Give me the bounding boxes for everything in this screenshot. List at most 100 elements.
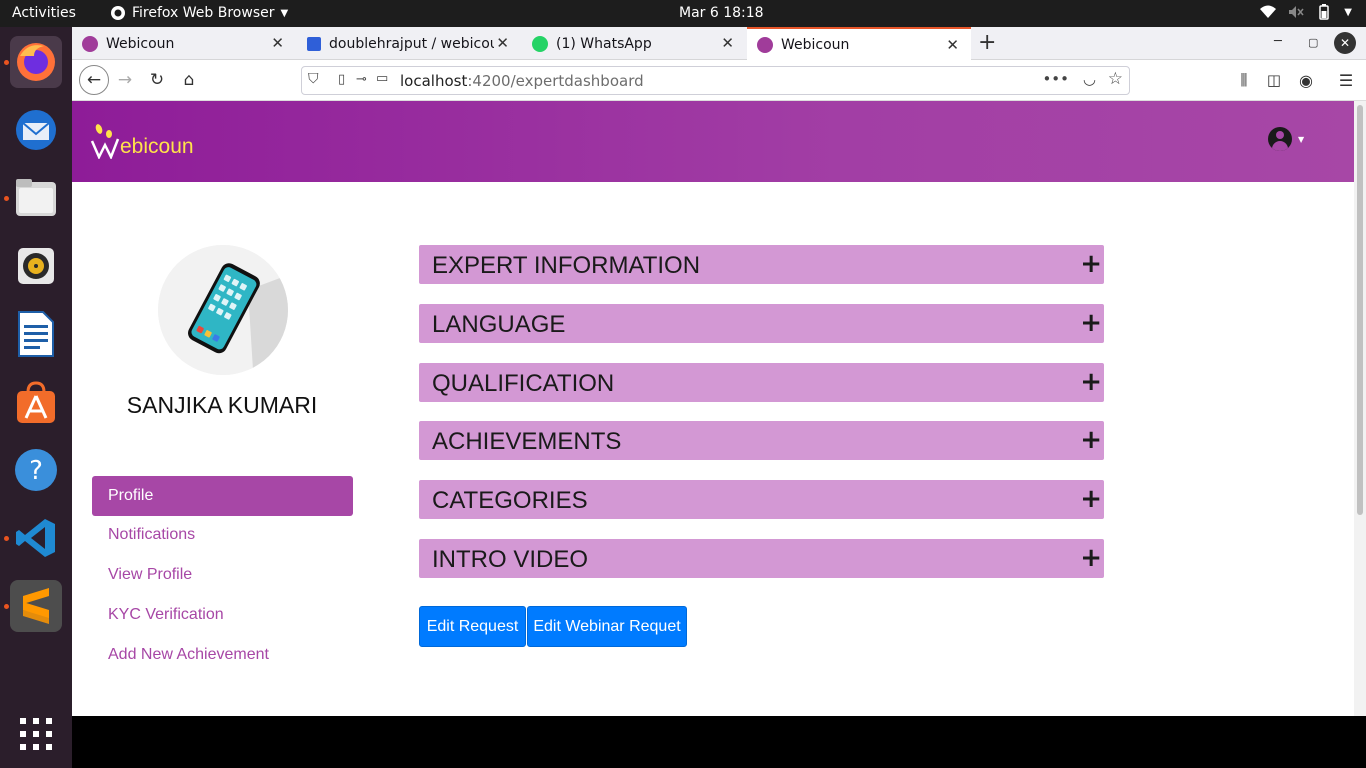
- firefox-small-icon: [111, 6, 125, 20]
- sidebar-item-notifications[interactable]: Notifications: [92, 515, 353, 555]
- logo-text: ebicoun: [120, 135, 194, 158]
- chevron-down-icon: ▼: [280, 7, 289, 19]
- running-indicator: [4, 196, 9, 201]
- close-icon[interactable]: ✕: [271, 34, 284, 52]
- minimize-icon[interactable]: ─: [1274, 34, 1282, 49]
- forward-arrow-icon[interactable]: →: [113, 68, 137, 92]
- files-icon[interactable]: [10, 172, 62, 224]
- close-icon[interactable]: ✕: [946, 36, 959, 54]
- library-icon[interactable]: ⫼: [1232, 68, 1256, 92]
- wifi-icon: [1260, 5, 1277, 18]
- ubuntu-dock: ?: [0, 27, 72, 768]
- navigation-toolbar: ← → ↻ ⌂ ⛉ ▯ ⊸ ▭ localhost:4200/expertdas…: [72, 60, 1366, 101]
- accordion-intro-video[interactable]: INTRO VIDEO +: [419, 539, 1104, 578]
- url-bar[interactable]: ⛉ ▯ ⊸ ▭ localhost:4200/expertdashboard •…: [301, 66, 1130, 95]
- accordion-achievements[interactable]: ACHIEVEMENTS +: [419, 421, 1104, 460]
- system-tray[interactable]: ▼: [1260, 4, 1352, 20]
- accordion-language[interactable]: LANGUAGE +: [419, 304, 1104, 343]
- window-close-icon[interactable]: ✕: [1334, 32, 1356, 54]
- accordion-title: INTRO VIDEO: [432, 546, 589, 573]
- url-text[interactable]: localhost:4200/expertdashboard: [400, 72, 644, 90]
- tab-label: doublehrajput / webicou: [329, 35, 494, 52]
- webicoun-favicon-icon: [757, 36, 773, 53]
- accordion-title: CATEGORIES: [432, 487, 588, 514]
- sidebar-item-profile[interactable]: Profile: [92, 476, 353, 516]
- accordion-categories[interactable]: CATEGORIES +: [419, 480, 1104, 519]
- logo-mark-icon: [90, 124, 120, 159]
- plus-icon[interactable]: +: [1080, 543, 1102, 573]
- user-menu[interactable]: ▼: [1268, 127, 1304, 151]
- tab-bitbucket[interactable]: doublehrajput / webicou ✕: [297, 27, 521, 60]
- plus-icon[interactable]: +: [1080, 249, 1102, 279]
- sidebar-item-add-new-achievement[interactable]: Add New Achievement: [92, 635, 353, 675]
- tab-webicoun-active[interactable]: Webicoun ✕: [747, 27, 971, 60]
- tab-label: Webicoun: [781, 36, 850, 53]
- webicoun-logo[interactable]: ebicoun: [90, 123, 194, 159]
- thunderbird-icon[interactable]: [10, 104, 62, 156]
- plus-icon[interactable]: +: [1080, 308, 1102, 338]
- profile-photo: [158, 245, 288, 375]
- running-indicator: [4, 536, 9, 541]
- tab-webicoun-1[interactable]: Webicoun ✕: [72, 27, 296, 60]
- volume-muted-icon: [1289, 6, 1304, 18]
- reload-icon[interactable]: ↻: [145, 68, 169, 92]
- battery-icon: [1319, 4, 1330, 20]
- edit-webinar-request-button[interactable]: Edit Webinar Requet: [527, 606, 687, 647]
- hamburger-menu-icon[interactable]: ☰: [1334, 68, 1358, 92]
- edit-request-button[interactable]: Edit Request: [419, 606, 526, 647]
- firefox-icon[interactable]: [10, 36, 62, 88]
- more-dots-icon[interactable]: •••: [1042, 70, 1069, 88]
- sidebar-item-kyc-verification[interactable]: KYC Verification: [92, 595, 353, 635]
- sidebar-item-view-profile[interactable]: View Profile: [92, 555, 353, 595]
- sidebar-icon[interactable]: ◫: [1262, 68, 1286, 92]
- close-icon[interactable]: ✕: [721, 34, 734, 52]
- tab-label: Webicoun: [106, 35, 175, 52]
- web-page: ebicoun ▼ SANJIKA KUMARI Profile Notific…: [72, 101, 1354, 716]
- tab-whatsapp[interactable]: (1) WhatsApp ✕: [522, 27, 746, 60]
- writer-icon[interactable]: [10, 308, 62, 360]
- sublime-icon[interactable]: [10, 580, 62, 632]
- svg-text:?: ?: [29, 456, 43, 486]
- running-indicator: [4, 60, 9, 65]
- accordion-title: QUALIFICATION: [432, 370, 615, 397]
- accordion-title: ACHIEVEMENTS: [432, 428, 622, 455]
- pocket-icon[interactable]: ◡: [1083, 70, 1096, 88]
- plus-icon[interactable]: +: [1080, 425, 1102, 455]
- profile-name: SANJIKA KUMARI: [126, 392, 318, 418]
- vscode-icon[interactable]: [10, 512, 62, 564]
- accordion-qualification[interactable]: QUALIFICATION +: [419, 363, 1104, 402]
- bitbucket-icon: [307, 36, 321, 51]
- plus-icon[interactable]: +: [1080, 367, 1102, 397]
- tab-label: (1) WhatsApp: [556, 35, 652, 52]
- app-menu[interactable]: Firefox Web Browser ▼: [110, 5, 288, 21]
- plus-icon[interactable]: +: [1080, 484, 1102, 514]
- system-top-bar: Activities Firefox Web Browser ▼ Mar 6 1…: [0, 0, 1366, 27]
- new-tab-icon[interactable]: +: [978, 30, 996, 55]
- account-icon[interactable]: ◉: [1294, 68, 1318, 92]
- bookmark-star-icon[interactable]: ☆: [1108, 69, 1123, 89]
- key-icon[interactable]: ⊸: [356, 72, 367, 87]
- scrollbar-thumb[interactable]: [1357, 105, 1363, 515]
- page-icon: ▯: [338, 72, 346, 87]
- help-icon[interactable]: ?: [10, 444, 62, 496]
- activities-button[interactable]: Activities: [12, 5, 76, 21]
- maximize-icon[interactable]: ▢: [1308, 36, 1318, 49]
- accordion-title: EXPERT INFORMATION: [432, 252, 701, 279]
- home-icon[interactable]: ⌂: [177, 68, 201, 92]
- app-header: ebicoun ▼: [72, 101, 1354, 182]
- back-arrow-icon[interactable]: ←: [79, 65, 109, 95]
- app-grid-icon[interactable]: [10, 708, 62, 760]
- whatsapp-icon: [532, 35, 548, 52]
- clock[interactable]: Mar 6 18:18: [679, 5, 764, 21]
- accordion-expert-information[interactable]: EXPERT INFORMATION +: [419, 245, 1104, 284]
- shield-icon[interactable]: ⛉: [308, 71, 319, 87]
- comment-icon[interactable]: ▭: [376, 71, 388, 86]
- close-icon[interactable]: ✕: [496, 34, 509, 52]
- software-icon[interactable]: [10, 376, 62, 428]
- chevron-down-icon: ▼: [1344, 6, 1352, 18]
- rhythmbox-icon[interactable]: [10, 240, 62, 292]
- page-scrollbar[interactable]: [1354, 101, 1366, 716]
- running-indicator: [4, 604, 9, 609]
- app-name: Firefox Web Browser: [132, 5, 275, 21]
- user-avatar-icon: [1268, 127, 1292, 151]
